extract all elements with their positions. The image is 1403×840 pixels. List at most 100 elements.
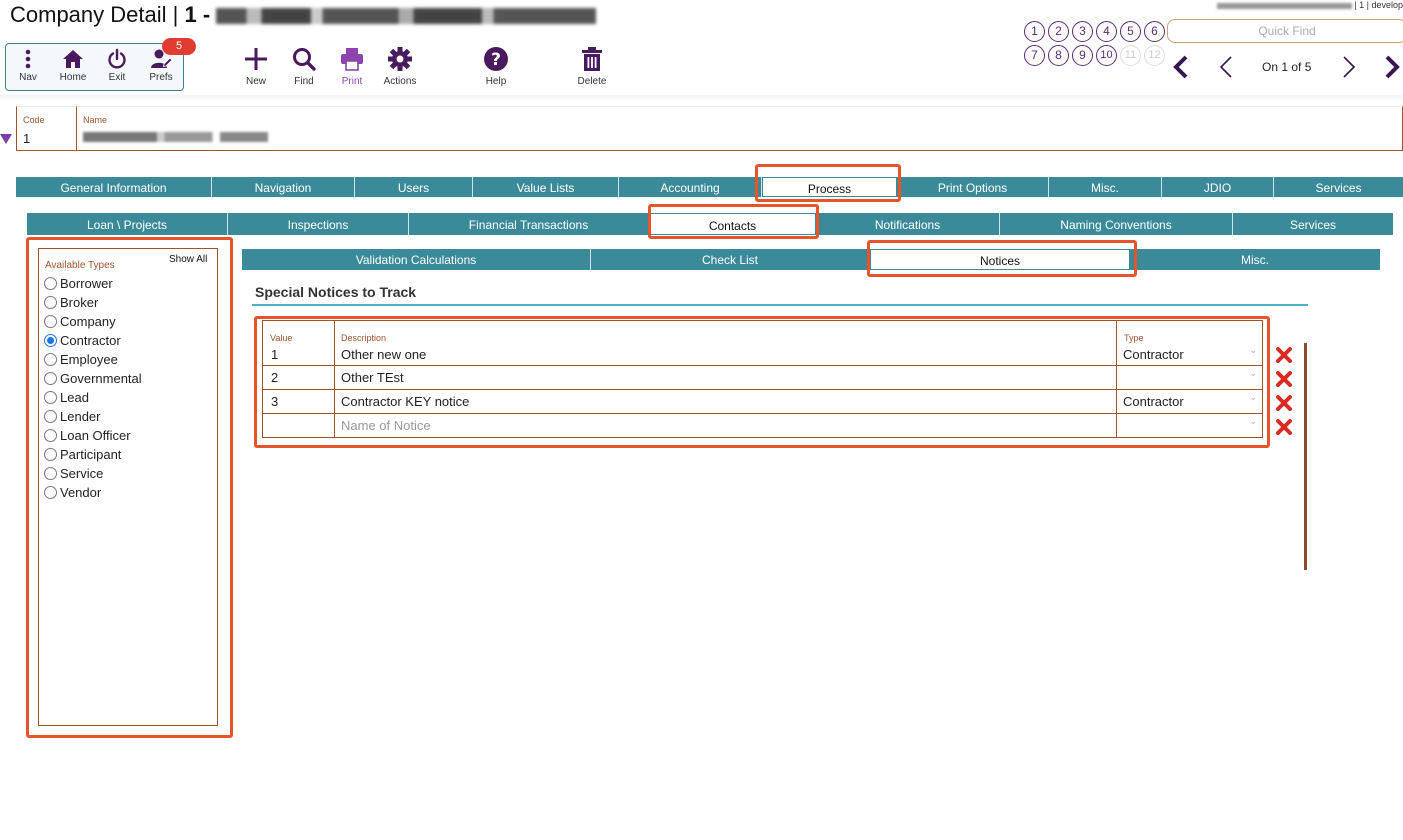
redacted-name-value[interactable]: [83, 132, 268, 142]
tab-financial-transactions[interactable]: Financial Transactions: [409, 213, 649, 235]
actions-button[interactable]: Actions: [373, 46, 427, 87]
description-cell[interactable]: Contractor KEY notice: [334, 390, 1116, 413]
type-option-lead[interactable]: Lead: [44, 390, 89, 405]
type-select[interactable]: ⌄: [1116, 414, 1263, 437]
radio-button[interactable]: [44, 277, 57, 290]
tab-print-options[interactable]: Print Options: [897, 177, 1049, 197]
radio-button[interactable]: [44, 353, 57, 366]
type-option-company[interactable]: Company: [44, 314, 116, 329]
type-option-loan-officer[interactable]: Loan Officer: [44, 428, 131, 443]
type-option-lender[interactable]: Lender: [44, 409, 100, 424]
new-notice-input[interactable]: Name of Notice: [334, 414, 1116, 437]
home-button[interactable]: Home: [51, 48, 95, 83]
recent-record-9[interactable]: 9: [1072, 45, 1093, 66]
show-all-link[interactable]: Show All: [169, 254, 207, 265]
find-button[interactable]: Find: [277, 46, 331, 87]
help-button[interactable]: ? Help: [469, 46, 523, 87]
tab-value-lists[interactable]: Value Lists: [473, 177, 619, 197]
delete-row-icon[interactable]: [1276, 395, 1292, 411]
type-option-participant[interactable]: Participant: [44, 447, 121, 462]
type-option-label: Governmental: [60, 371, 142, 386]
collapse-triangle-icon[interactable]: [0, 134, 12, 144]
type-option-borrower[interactable]: Borrower: [44, 276, 113, 291]
power-icon: [108, 48, 126, 69]
value-cell[interactable]: Value 1: [262, 321, 334, 365]
tab-accounting[interactable]: Accounting: [619, 177, 762, 197]
delete-row-icon[interactable]: [1276, 419, 1292, 435]
recent-record-11[interactable]: 11: [1120, 45, 1141, 66]
delete-row-icon[interactable]: [1276, 347, 1292, 363]
trash-icon: [582, 47, 602, 71]
recent-record-6[interactable]: 6: [1144, 21, 1165, 42]
radio-button[interactable]: [44, 410, 57, 423]
type-option-label: Lender: [60, 409, 101, 424]
type-option-governmental[interactable]: Governmental: [44, 371, 142, 386]
previous-record-icon[interactable]: [1215, 54, 1237, 80]
tab-contacts[interactable]: Contacts: [649, 213, 816, 235]
recent-record-12[interactable]: 12: [1144, 45, 1165, 66]
radio-button[interactable]: [44, 391, 57, 404]
tab-jdio[interactable]: JDIO: [1162, 177, 1274, 197]
value-cell[interactable]: 3: [262, 390, 334, 413]
exit-button[interactable]: Exit: [95, 48, 139, 83]
type-option-broker[interactable]: Broker: [44, 295, 98, 310]
tab-navigation[interactable]: Navigation: [212, 177, 355, 197]
description-cell[interactable]: Other TEst: [334, 366, 1116, 389]
recent-record-3[interactable]: 3: [1072, 21, 1093, 42]
tab-naming-conventions[interactable]: Naming Conventions: [1000, 213, 1233, 235]
recent-record-2[interactable]: 2: [1048, 21, 1069, 42]
delete-button[interactable]: Delete: [565, 46, 619, 87]
radio-button[interactable]: [44, 315, 57, 328]
recent-record-7[interactable]: 7: [1024, 45, 1045, 66]
next-record-icon[interactable]: [1338, 54, 1360, 80]
description-cell[interactable]: Description Other new one: [334, 321, 1116, 365]
tab-users[interactable]: Users: [355, 177, 473, 197]
radio-button[interactable]: [44, 448, 57, 461]
delete-row-icon[interactable]: [1276, 371, 1292, 387]
recent-record-1[interactable]: 1: [1024, 21, 1045, 42]
type-option-vendor[interactable]: Vendor: [44, 485, 101, 500]
radio-button[interactable]: [44, 334, 57, 347]
type-option-label: Vendor: [60, 485, 102, 500]
type-option-service[interactable]: Service: [44, 466, 103, 481]
redacted-user-info: [1216, 2, 1352, 9]
value-cell[interactable]: [262, 414, 334, 437]
type-option-employee[interactable]: Employee: [44, 352, 118, 367]
page-title: Company Detail | 1 -: [10, 2, 597, 28]
table-row-new: Name of Notice ⌄: [262, 414, 1263, 438]
type-select[interactable]: Contractor ⌄: [1116, 390, 1263, 413]
tab-services-sub[interactable]: Services: [1233, 213, 1393, 235]
radio-button[interactable]: [44, 372, 57, 385]
radio-button[interactable]: [44, 467, 57, 480]
recent-record-10[interactable]: 10: [1096, 45, 1117, 66]
tab-misc-sub[interactable]: Misc.: [1130, 249, 1380, 270]
tab-misc[interactable]: Misc.: [1049, 177, 1162, 197]
tab-process[interactable]: Process: [762, 177, 897, 197]
type-option-contractor[interactable]: Contractor: [44, 333, 121, 348]
type-select[interactable]: Type Contractor ⌄: [1116, 321, 1263, 365]
tab-validation-calculations[interactable]: Validation Calculations: [242, 249, 591, 270]
type-option-label: Company: [60, 314, 116, 329]
nav-button[interactable]: Nav: [6, 48, 50, 83]
tab-check-list[interactable]: Check List: [591, 249, 870, 270]
type-select[interactable]: ⌄: [1116, 366, 1263, 389]
table-row: 2 Other TEst ⌄: [262, 366, 1263, 390]
first-record-icon[interactable]: [1170, 54, 1192, 80]
new-button[interactable]: New: [229, 46, 283, 87]
last-record-icon[interactable]: [1381, 54, 1403, 80]
tab-services[interactable]: Services: [1274, 177, 1403, 197]
recent-record-4[interactable]: 4: [1096, 21, 1117, 42]
radio-button[interactable]: [44, 429, 57, 442]
tab-inspections[interactable]: Inspections: [228, 213, 409, 235]
recent-record-5[interactable]: 5: [1120, 21, 1141, 42]
radio-button[interactable]: [44, 296, 57, 309]
tab-loan-projects[interactable]: Loan \ Projects: [27, 213, 228, 235]
quick-find-input[interactable]: Quick Find: [1167, 19, 1403, 43]
recent-record-8[interactable]: 8: [1048, 45, 1069, 66]
tab-notices[interactable]: Notices: [870, 249, 1130, 270]
tab-general-information[interactable]: General Information: [16, 177, 212, 197]
print-button[interactable]: Print: [325, 46, 379, 87]
tab-notifications[interactable]: Notifications: [816, 213, 1000, 235]
value-cell[interactable]: 2: [262, 366, 334, 389]
radio-button[interactable]: [44, 486, 57, 499]
